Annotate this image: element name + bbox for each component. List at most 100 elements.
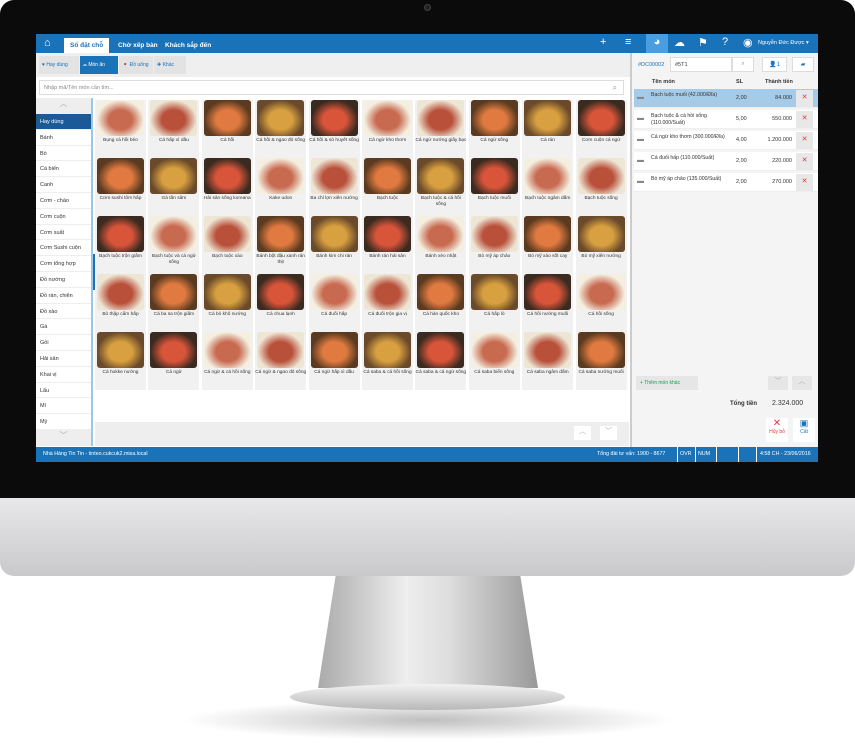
table-search-icon[interactable]: ⌕ [732,57,754,72]
sidebar-item[interactable]: Cơm Sushi cuộn [36,240,91,257]
page-up-button[interactable]: ︿ [574,426,591,440]
sidebar-item[interactable]: Hay dùng [36,114,91,130]
sidebar-item[interactable]: Cơm - cháo [36,193,91,209]
tab-arriving[interactable]: Khách sắp đến [159,38,217,53]
menu-item-tile[interactable]: Bánh rán hải sản [362,216,413,274]
sidebar-item[interactable]: Hải sản [36,351,91,367]
menu-item-tile[interactable]: Cá hokke nướng [95,332,146,390]
save-button[interactable]: ▣ Cất [793,418,815,442]
remove-item-button[interactable]: ✕ [796,132,813,149]
menu-item-tile[interactable]: Cá hồi & ngao đỏ sống [255,100,307,158]
sidebar-item[interactable]: Khai vị [36,367,91,383]
megaphone-icon[interactable]: ⚑ [698,36,708,49]
remove-item-button[interactable]: ✕ [796,174,813,191]
remove-item-button[interactable]: ✕ [796,111,813,128]
menu-item-tile[interactable]: Cá ngừ & ngao đỏ sống [255,332,307,390]
page-down-button[interactable]: ﹀ [600,426,617,440]
cloud-download-icon[interactable]: ☁ [674,36,685,49]
menu-item-tile[interactable]: Ba chỉ lợn xiên nướng [308,158,360,216]
table-input[interactable]: #5T1 [670,57,732,72]
menu-icon[interactable]: ≡ [625,36,631,48]
sidebar-item[interactable]: Cơm cuộn [36,209,91,225]
menu-item-tile[interactable]: Cá hàn quốc kho [415,274,467,332]
menu-item-tile[interactable]: Cá hồi sống [575,274,627,332]
order-item-qty[interactable]: 2,00 [736,158,747,164]
order-scroll-up[interactable]: ︿ [792,376,812,390]
menu-item-tile[interactable]: Bạch tuộc & cá hồi sống [415,158,467,216]
sidebar-item[interactable]: Đồ xào [36,304,91,320]
menu-item-tile[interactable]: Cá ngừ nướng giấy bạc [415,100,467,158]
menu-item-tile[interactable]: Cơm sushi tôm hấp [95,158,146,216]
menu-item-tile[interactable]: Cá saba ngâm dấm [522,332,574,390]
menu-item-tile[interactable]: Bò thập cẩm hấp [95,274,146,332]
tab-waiting[interactable]: Chờ xếp bàn [112,38,164,53]
sidebar-item[interactable]: Lẩu [36,383,91,399]
menu-item-tile[interactable]: Kake udon [255,158,307,216]
sidebar-item[interactable]: Cá biển [36,161,91,178]
menu-item-tile[interactable]: Cá chua lạnh [255,274,307,332]
menu-item-tile[interactable]: Bạch tuộc muối [468,158,520,216]
remove-item-button[interactable]: ✕ [796,90,813,107]
menu-item-tile[interactable]: Cá bò khô nướng [201,274,253,332]
sidebar-item[interactable]: Đồ rán, chiên [36,288,91,304]
order-row[interactable]: ▬ Cá ngừ kho thơm (300.000/Đĩa) 4,00 1.200.… [634,131,818,150]
plus-icon[interactable]: + [600,36,606,48]
menu-item-tile[interactable]: Bò mỹ xiên nướng [575,216,627,274]
menu-item-tile[interactable]: Bụng cá hồi béo [95,100,146,158]
order-item-qty[interactable]: 4,00 [736,137,747,143]
menu-item-tile[interactable]: Hải sản sống koreana [201,158,253,216]
sidebar-item[interactable]: Mì [36,398,91,415]
menu-item-tile[interactable]: Gà tần sâm [148,158,200,216]
tab-reservations[interactable]: Sổ đặt chỗ [64,38,110,53]
sidebar-item[interactable]: Gỏi [36,335,91,351]
menu-item-tile[interactable]: Bánh bột đậu xanh rán thịt [255,216,307,274]
menu-item-tile[interactable]: Cá ngừ hấp xì dầu [308,332,360,390]
menu-item-tile[interactable]: Bánh xèo nhật [415,216,467,274]
menu-item-tile[interactable]: Bánh kim chi rán [308,216,360,274]
menu-item-tile[interactable]: Cơm cuộn cá ngừ [575,100,627,158]
order-item-qty[interactable]: 5,00 [736,116,747,122]
user-name[interactable]: Nguyễn Đức Được ▾ [758,40,809,46]
order-row[interactable]: ▬ Bò mỹ áp chảo (135.000/Suất) 2,00 270.000… [634,173,818,192]
menu-item-tile[interactable]: Cá saba nướng muối [575,332,627,390]
menu-item-tile[interactable]: Cá saba & cá hồi sống [362,332,413,390]
item-search-input[interactable]: Nhập mã/Tên món cần tìm... ⌕ [39,80,624,95]
sidebar-item[interactable]: Bò [36,146,91,162]
other-button[interactable]: ✚ Khác [154,56,186,74]
order-row[interactable]: ▬ Cá đuối hấp (110.000/Suất) 2,00 220.000 ✕ [634,152,818,171]
sidebar-item[interactable]: Canh [36,177,91,193]
guests-button[interactable]: 👤1 [762,57,787,72]
globe-icon[interactable]: ◕ [646,34,668,53]
menu-item-tile[interactable]: Cá ngừ & cá hồi sống [201,332,253,390]
sidebar-item[interactable]: Mỳ [36,414,91,430]
add-item-button[interactable]: + Thêm món khác [636,376,698,390]
menu-item-tile[interactable]: Cá đuối hấp [308,274,360,332]
help-icon[interactable]: ? [722,36,728,48]
menu-item-tile[interactable]: Bạch tuộc sống [575,158,627,216]
sidebar-item[interactable]: Bánh [36,130,91,146]
menu-item-tile[interactable]: Cá saba biển sống [468,332,520,390]
remove-item-button[interactable]: ✕ [796,153,813,170]
menu-item-tile[interactable]: Cá hồi & sò huyết sống [308,100,360,158]
food-button[interactable]: ⌓ Món ăn [80,56,118,74]
menu-item-tile[interactable]: Cá saba & cá ngừ sống [415,332,467,390]
sidebar-item[interactable]: Cơm tổng hợp [36,256,91,272]
drinks-button[interactable]: 🍷 Đồ uống [119,56,153,74]
menu-item-tile[interactable]: Bạch tuộc [362,158,413,216]
home-icon[interactable]: ⌂ [44,37,51,49]
menu-item-tile[interactable]: Cá hồi nướng muối [522,274,574,332]
order-scroll-down[interactable]: ﹀ [768,376,788,390]
menu-item-tile[interactable]: Bò mỹ áp chảo [468,216,520,274]
cancel-button[interactable]: ✕ Hủy bỏ [766,418,788,442]
sidebar-item[interactable]: Cơm suất [36,225,91,241]
scroll-down-button[interactable]: ﹀ [36,429,91,446]
order-item-qty[interactable]: 2,00 [736,95,747,101]
menu-item-tile[interactable]: Cá ngừ kho thơm [362,100,413,158]
menu-item-tile[interactable]: Bạch tuộc trộn giấm [95,216,146,274]
sidebar-item[interactable]: Đồ nướng [36,272,91,288]
menu-item-tile[interactable]: Cá đuối trộn gia vị [362,274,413,332]
menu-item-tile[interactable]: Bạch tuộc ngâm dấm [522,158,574,216]
order-row[interactable]: ▬ Bạch tuộc & cá hồi sống (110.000/Suất) 5… [634,110,818,129]
sidebar-item[interactable]: Gà [36,319,91,336]
order-item-qty[interactable]: 2,00 [736,179,747,185]
